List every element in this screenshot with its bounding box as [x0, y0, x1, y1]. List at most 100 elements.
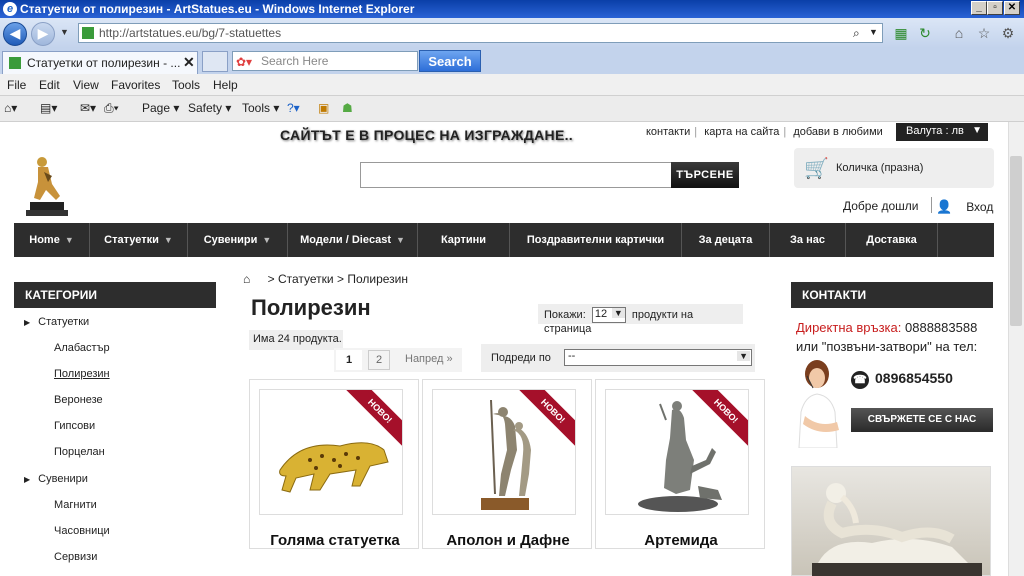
- phone-line: ☎ 0896854550: [851, 370, 953, 389]
- dropdown-arrow-icon: ▼: [611, 308, 625, 318]
- maximize-button[interactable]: ▫: [987, 1, 1003, 15]
- link-add-favorites[interactable]: добави в любими: [793, 126, 882, 138]
- refresh-icon[interactable]: ↻: [916, 25, 934, 41]
- subcategory-polyresin[interactable]: Полирезин: [54, 368, 110, 380]
- feeds-icon[interactable]: ▤▾: [40, 101, 57, 115]
- breadcrumb-statuettes[interactable]: Статуетки: [278, 272, 334, 286]
- browser-tab[interactable]: Статуетки от полирезин - ... ✕: [2, 51, 198, 74]
- back-button[interactable]: ◀: [3, 22, 27, 46]
- next-page-link[interactable]: Напред »: [405, 353, 453, 365]
- toolbar-search-input[interactable]: ✿▾ Search Here: [232, 51, 418, 71]
- product-name[interactable]: Аполон и Дафне: [423, 532, 593, 549]
- close-window-button[interactable]: ✕: [1004, 1, 1020, 15]
- nav-item-label: Картини: [440, 234, 487, 246]
- minimize-button[interactable]: _: [971, 1, 987, 15]
- nav-item[interactable]: За нас: [770, 223, 846, 257]
- messenger-icon[interactable]: ☗: [342, 101, 353, 115]
- close-tab-icon[interactable]: ✕: [183, 54, 195, 71]
- toolbar-search-button[interactable]: Search: [419, 50, 481, 72]
- favorites-star-icon[interactable]: ☆: [975, 25, 993, 41]
- product-image[interactable]: НОВО!: [432, 389, 576, 515]
- breadcrumb-home-icon[interactable]: ⌂: [243, 272, 250, 286]
- menu-help[interactable]: Help: [213, 78, 238, 92]
- nav-item[interactable]: Доставка: [846, 223, 938, 257]
- nav-item-label: Сувенири: [203, 234, 258, 246]
- promo-statue-image[interactable]: [791, 466, 991, 576]
- page-menu[interactable]: Page ▾: [142, 101, 179, 115]
- per-page-select[interactable]: 12 ▼: [591, 307, 626, 323]
- welcome-text: Добре дошли: [843, 199, 919, 213]
- compatibility-view-icon[interactable]: ▦: [892, 25, 910, 41]
- product-card[interactable]: НОВО! Голяма статуетка: [249, 379, 419, 549]
- breadcrumb-sep: >: [267, 272, 275, 286]
- nav-item[interactable]: Статуетки ▼: [90, 223, 188, 257]
- product-card[interactable]: НОВО! Аполон и Дафне: [422, 379, 592, 549]
- forward-button[interactable]: ▶: [31, 22, 55, 46]
- menu-view[interactable]: View: [73, 78, 99, 92]
- print-icon[interactable]: ⎙▾: [104, 101, 119, 116]
- link-sitemap[interactable]: карта на сайта: [704, 126, 779, 138]
- product-image[interactable]: НОВО!: [259, 389, 403, 515]
- per-page-control: Покажи: 12 ▼ продукти на страница: [538, 304, 743, 335]
- page-1[interactable]: 1: [336, 350, 362, 370]
- login-label: Вход: [966, 200, 994, 214]
- menu-edit[interactable]: Edit: [39, 78, 60, 92]
- home-icon[interactable]: ⌂: [950, 25, 968, 41]
- help-icon[interactable]: ?▾: [287, 101, 300, 115]
- product-image[interactable]: НОВО!: [605, 389, 749, 515]
- product-card[interactable]: НОВО! Артемида: [595, 379, 765, 549]
- nav-item[interactable]: За децата: [682, 223, 770, 257]
- link-contacts[interactable]: контакти: [646, 126, 690, 138]
- menu-favorites[interactable]: Favorites: [111, 78, 160, 92]
- home-command-icon[interactable]: ⌂▾: [4, 101, 17, 115]
- product-name[interactable]: Артемида: [596, 532, 766, 549]
- search-provider-icon[interactable]: ✿▾: [236, 55, 252, 69]
- contact-us-button[interactable]: СВЪРЖЕТЕ СЕ С НАС: [851, 408, 993, 432]
- address-bar[interactable]: http://artstatues.eu/bg/7-statuettes ⌕ ▼: [78, 23, 883, 43]
- history-dropdown-icon[interactable]: ▼: [60, 27, 69, 37]
- nav-item-label: Home: [29, 234, 60, 246]
- subcategory-veronese[interactable]: Веронезе: [54, 394, 103, 406]
- window-titlebar: e Статуетки от полирезин - ArtStatues.eu…: [0, 0, 1024, 18]
- subcategory-plaster[interactable]: Гипсови: [54, 420, 95, 432]
- menu-file[interactable]: File: [7, 78, 26, 92]
- login-link[interactable]: 👤 Вход: [936, 199, 993, 215]
- tab-bar: Статуетки от полирезин - ... ✕ ✿▾ Search…: [0, 48, 1024, 74]
- subcategory-porcelain[interactable]: Порцелан: [54, 446, 105, 458]
- page-2[interactable]: 2: [368, 350, 390, 370]
- sort-select[interactable]: -- ▼: [564, 349, 752, 366]
- currency-dropdown-icon: ▼: [972, 125, 982, 136]
- category-statuettes[interactable]: ▶ Статуетки: [24, 316, 89, 328]
- safety-menu-label: Safety: [188, 101, 223, 115]
- site-search-input[interactable]: [360, 162, 672, 188]
- research-icon[interactable]: ▣: [318, 101, 329, 115]
- site-logo[interactable]: [22, 152, 72, 218]
- product-name[interactable]: Голяма статуетка: [250, 532, 420, 549]
- address-dropdown-icon[interactable]: ▼: [869, 27, 878, 37]
- settings-gear-icon[interactable]: ⚙: [999, 25, 1017, 41]
- menu-tools[interactable]: Tools: [172, 78, 200, 92]
- mail-icon[interactable]: ✉▾: [80, 101, 96, 115]
- tools-menu[interactable]: Tools ▾: [242, 101, 279, 115]
- nav-item[interactable]: Сувенири ▼: [188, 223, 288, 257]
- safety-menu[interactable]: Safety ▾: [188, 101, 231, 115]
- subcategory-alabaster[interactable]: Алабастър: [54, 342, 110, 354]
- new-tab-button[interactable]: [202, 51, 228, 72]
- categories-heading: КАТЕГОРИИ: [14, 282, 216, 308]
- scrollbar-thumb[interactable]: [1010, 156, 1022, 326]
- nav-item[interactable]: Home ▼: [14, 223, 90, 257]
- nav-item[interactable]: Модели / Diecast ▼: [288, 223, 418, 257]
- category-souvenirs[interactable]: ▶ Сувенири: [24, 473, 88, 485]
- currency-selector[interactable]: Валута : лв ▼: [896, 123, 988, 141]
- search-address-icon[interactable]: ⌕: [853, 26, 860, 41]
- nav-item[interactable]: Поздравителни картички: [510, 223, 682, 257]
- user-icon: 👤: [936, 199, 953, 214]
- product-count: Има 24 продукта.: [249, 330, 343, 350]
- subcategory-magnets[interactable]: Магнити: [54, 499, 97, 511]
- nav-item[interactable]: Картини: [418, 223, 510, 257]
- cart-box[interactable]: 🛒 Количка (празна): [794, 148, 994, 188]
- site-search-button[interactable]: ТЪРСЕНЕ: [671, 162, 739, 188]
- subcategory-clocks[interactable]: Часовници: [54, 525, 110, 537]
- tab-title: Статуетки от полирезин - ...: [27, 56, 181, 70]
- subcategory-sets[interactable]: Сервизи: [54, 551, 97, 563]
